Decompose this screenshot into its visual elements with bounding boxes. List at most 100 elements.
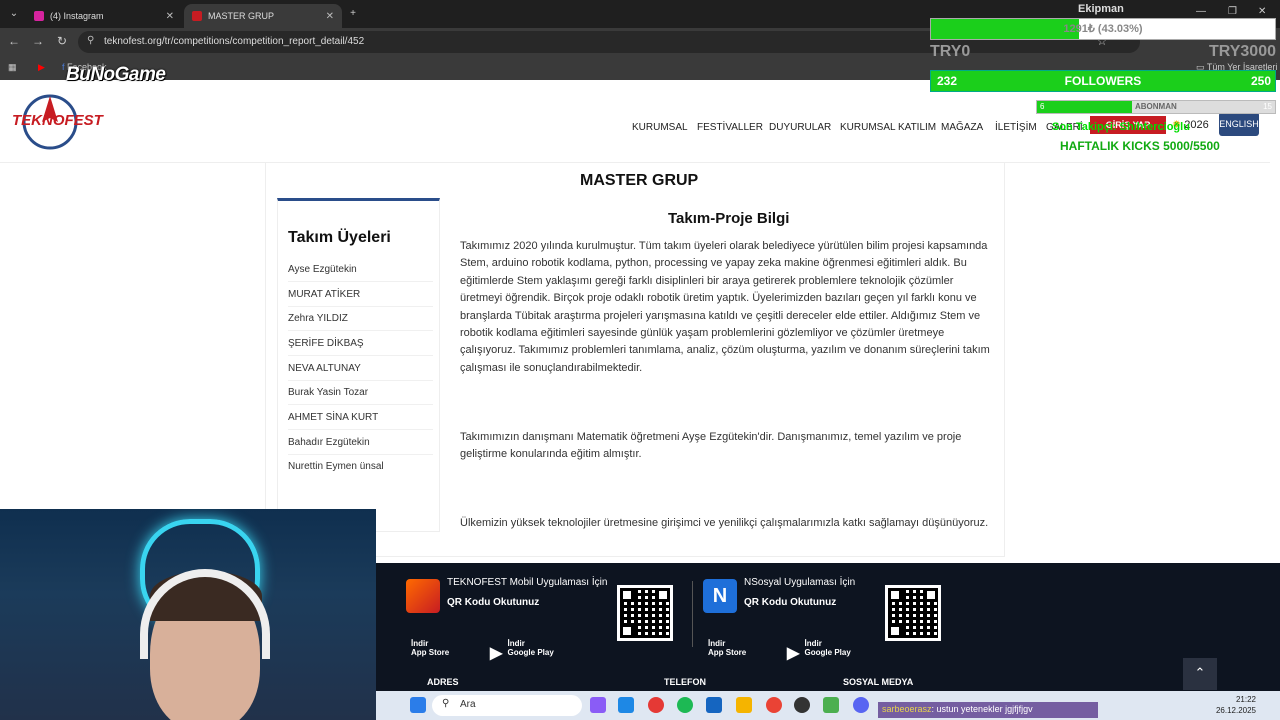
app1-sub: QR Kodu Okutunuz <box>447 597 540 608</box>
gplay-bottom: Google Play <box>507 648 554 657</box>
follow-ticker: Son Takipçi: Shihtercioğlu <box>1052 121 1190 133</box>
project-paragraph: Ülkemizin yüksek teknolojiler üretmesine… <box>460 517 989 529</box>
project-paragraph: Takımımızın danışmanı Matematik öğretmen… <box>460 431 962 461</box>
obs-icon[interactable] <box>794 697 810 713</box>
qr-corner <box>656 588 670 602</box>
followers-label: FOLLOWERS <box>1064 74 1142 88</box>
page-title: MASTER GRUP <box>580 172 699 189</box>
app-icon[interactable] <box>823 697 839 713</box>
reload-icon[interactable]: ↻ <box>54 34 70 48</box>
copilot-icon[interactable] <box>590 697 606 713</box>
explorer-icon[interactable] <box>736 697 752 713</box>
clock-date: 26.12.2025 <box>1215 706 1256 715</box>
close-tab-icon[interactable]: ✕ <box>326 11 334 22</box>
gplay-top: İndir <box>507 639 525 648</box>
nsosyal-icon: N <box>703 579 737 613</box>
apps-icon[interactable]: ▦ <box>8 62 17 73</box>
instagram-icon <box>34 11 44 21</box>
media-icon[interactable] <box>648 697 664 713</box>
qr-corner <box>620 624 634 638</box>
project-heading: Takım-Proje Bilgi <box>668 210 790 227</box>
site-info-icon[interactable]: ⚲ <box>87 35 94 46</box>
back-icon[interactable]: ← <box>6 34 22 48</box>
store-icon[interactable] <box>706 697 722 713</box>
footer-address: ADRES <box>427 677 459 687</box>
chat-message: sarbeoerasz: ustun yetenekler jgjfjfjgv <box>878 702 1098 718</box>
tab-instagram[interactable]: (4) Instagram ✕ <box>26 4 182 28</box>
windows-start-icon[interactable] <box>410 697 426 713</box>
member-item: MURAT ATİKER <box>288 289 433 307</box>
menu-kurumsal[interactable]: KURUMSAL <box>632 122 688 133</box>
taskbar-clock[interactable]: 21:22 26.12.2025 <box>1216 694 1256 716</box>
tab-master-grup[interactable]: MASTER GRUP ✕ <box>184 4 342 28</box>
forward-icon[interactable]: → <box>30 34 46 48</box>
member-item: Bahadır Ezgütekin <box>288 437 433 455</box>
followers-bar: 232 FOLLOWERS 250 <box>930 70 1276 92</box>
menu-festivaller[interactable]: FESTİVALLER <box>697 122 763 133</box>
windows-taskbar: ⚲ Ara 21:22 26.12.2025 <box>376 691 1280 720</box>
search-icon: ⚲ <box>442 698 450 709</box>
qr-corner <box>888 624 902 638</box>
new-tab-icon[interactable]: + <box>345 6 361 22</box>
app2-googleplay-button[interactable]: ▶ İndir Google Play <box>787 639 851 662</box>
app1-googleplay-button[interactable]: ▶ İndir Google Play <box>490 639 554 662</box>
subs-bar: 6 ABONMAN 15 <box>1036 100 1276 114</box>
member-item: ŞERİFE DİKBAŞ <box>288 338 433 356</box>
member-item: Ayse Ezgütekin <box>288 264 433 282</box>
stream-overlay: Ekipman 1291₺ (43.03%) TRY0 TRY3000 232 … <box>928 0 1280 160</box>
qr-code <box>617 585 673 641</box>
gplay-top: İndir <box>804 639 822 648</box>
app2-title: NSosyal Uygulaması İçin <box>744 577 856 588</box>
menu-duyurular[interactable]: DUYURULAR <box>769 122 831 133</box>
member-item: AHMET SİNA KURT <box>288 412 433 430</box>
teknofest-logo[interactable]: TEKNOFEST <box>12 92 103 152</box>
app1-appstore-button[interactable]: İndir App Store <box>408 639 449 658</box>
app2-sub: QR Kodu Okutunuz <box>744 597 837 608</box>
app2-appstore-button[interactable]: İndir App Store <box>705 639 746 658</box>
chrome-icon[interactable] <box>766 697 782 713</box>
google-play-icon: ▶ <box>787 645 800 662</box>
spotify-icon[interactable] <box>677 697 693 713</box>
webcam-feed <box>0 509 376 720</box>
app1-title: TEKNOFEST Mobil Uygulaması İçin <box>447 577 608 588</box>
subs-fill <box>1037 101 1133 113</box>
appstore-top: İndir <box>411 639 429 648</box>
appstore-bottom: App Store <box>411 648 450 657</box>
member-item: Nurettin Eymen ünsal <box>288 461 384 472</box>
site-footer: TEKNOFEST Mobil Uygulaması İçin QR Kodu … <box>376 563 1280 691</box>
tab-label: MASTER GRUP <box>208 11 275 21</box>
close-tab-icon[interactable]: ✕ <box>166 11 174 22</box>
kicks-goal: HAFTALIK KICKS 5000/5500 <box>1060 139 1220 153</box>
subs-label: ABONMAN <box>1135 102 1177 111</box>
teknofest-app-icon <box>406 579 440 613</box>
subs-count: 6 <box>1040 102 1045 111</box>
footer-divider <box>692 581 693 647</box>
member-item: Burak Yasin Tozar <box>288 387 433 405</box>
teknofest-icon <box>192 11 202 21</box>
youtube-icon[interactable]: ▶ <box>38 62 45 73</box>
footer-phone: TELEFON <box>664 677 706 687</box>
taskbar-search[interactable]: ⚲ Ara <box>432 695 582 716</box>
facebook-icon: f <box>62 62 65 72</box>
qr-code <box>885 585 941 641</box>
followers-target: 250 <box>1250 74 1271 88</box>
goal-value: 1291₺ (43.03%) <box>1063 23 1143 35</box>
appstore-top: İndir <box>708 639 726 648</box>
search-placeholder: Ara <box>460 699 476 710</box>
subs-target: 15 <box>1263 102 1272 111</box>
team-heading: Takım Üyeleri <box>288 229 391 246</box>
menu-kurumsal-katilim[interactable]: KURUMSAL KATILIM <box>840 122 936 133</box>
qr-corner <box>888 588 902 602</box>
member-item: NEVA ALTUNAY <box>288 363 433 381</box>
gplay-bottom: Google Play <box>804 648 851 657</box>
footer-social: SOSYAL MEDYA <box>843 677 914 687</box>
member-item: Zehra YILDIZ <box>288 313 433 331</box>
edge-icon[interactable] <box>618 697 634 713</box>
goal-max: TRY3000 <box>1209 43 1276 60</box>
tab-search-icon[interactable]: ⌄ <box>6 6 22 22</box>
goal-title: Ekipman <box>1078 3 1124 15</box>
stream-brand-logo: BuNoGame <box>66 64 166 85</box>
scroll-to-top-button[interactable]: ⌃ <box>1183 658 1217 690</box>
appstore-bottom: App Store <box>708 648 747 657</box>
discord-icon[interactable] <box>853 697 869 713</box>
